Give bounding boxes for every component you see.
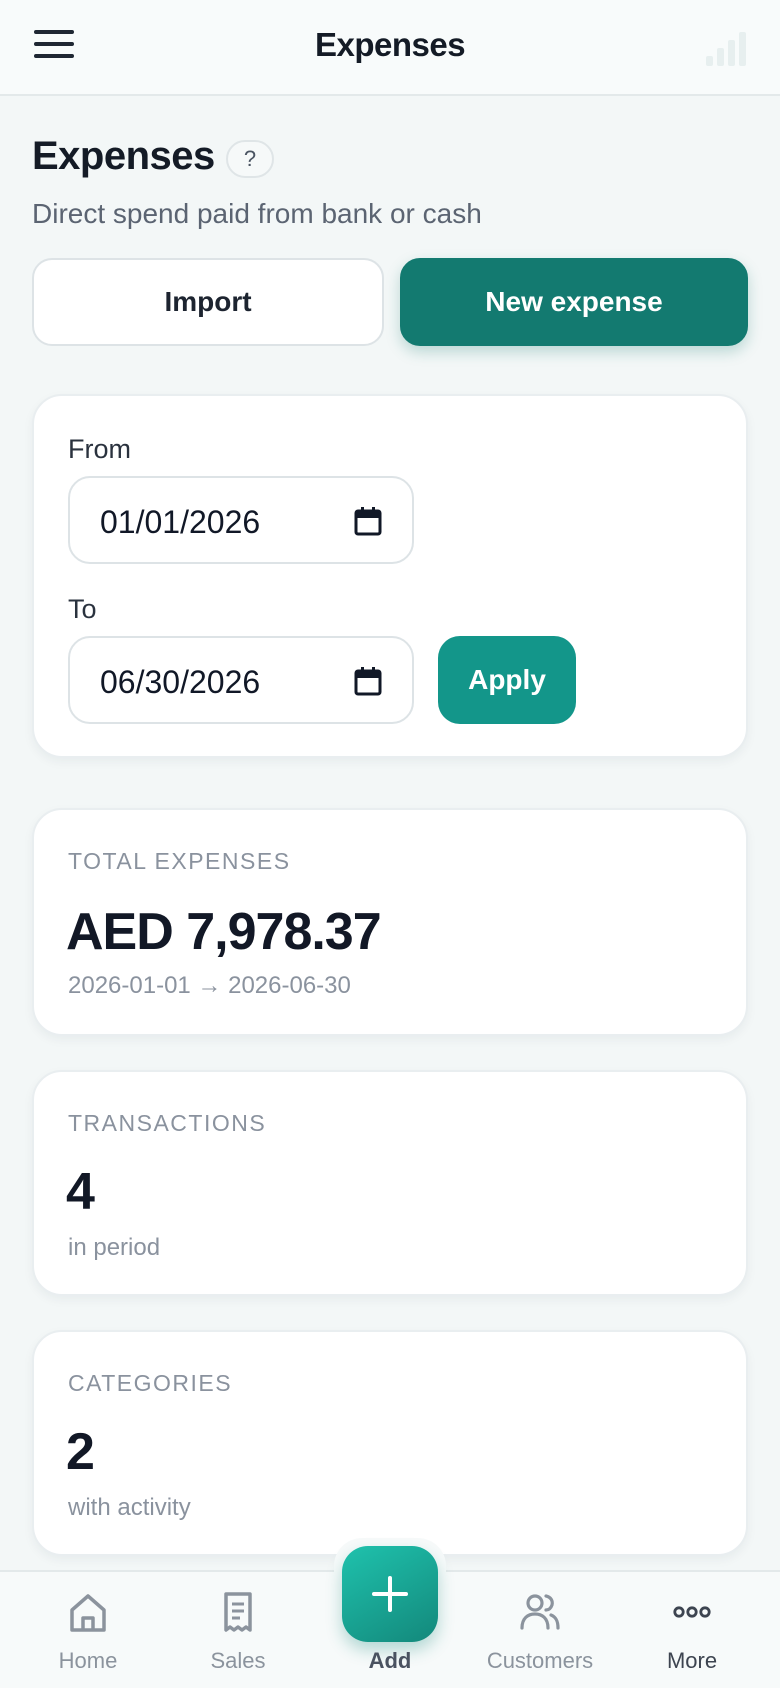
categories-value: 2 — [66, 1423, 95, 1481]
categories-sub: with activity — [68, 1494, 191, 1521]
help-button[interactable]: ? — [226, 140, 274, 178]
transactions-card: TRANSACTIONS 4 in period — [32, 1070, 748, 1296]
apply-button[interactable]: Apply — [438, 636, 576, 724]
from-date-value: 01/01/2026 — [100, 504, 261, 540]
app-bar-title: Expenses — [314, 26, 466, 63]
signal-icon — [706, 32, 746, 66]
nav-item-more[interactable]: More — [622, 1590, 762, 1674]
import-button[interactable]: Import — [32, 258, 384, 346]
nav-item-sales[interactable]: Sales — [168, 1590, 308, 1674]
calendar-icon[interactable] — [354, 506, 382, 536]
nav-item-home[interactable]: Home — [18, 1590, 158, 1674]
add-button[interactable] — [342, 1546, 438, 1642]
nav-item-customers[interactable]: Customers — [470, 1590, 610, 1674]
transactions-label: TRANSACTIONS — [68, 1110, 267, 1136]
from-date-input[interactable]: 01/01/2026 — [68, 476, 414, 564]
nav-label-sales: Sales — [210, 1648, 266, 1673]
top-bar: Expenses — [0, 0, 780, 96]
date-filter-card: From 01/01/2026 To 06/30/2026 Apply — [32, 394, 748, 758]
ellipsis-icon — [673, 1606, 711, 1618]
nav-label-more: More — [666, 1648, 718, 1673]
transactions-sub: in period — [68, 1234, 161, 1261]
nav-label-customers: Customers — [486, 1648, 594, 1673]
date-range-text: 2026-01-01 → 2026-06-30 — [68, 972, 351, 999]
categories-card: CATEGORIES 2 with activity — [32, 1330, 748, 1556]
categories-label: CATEGORIES — [68, 1370, 233, 1396]
new-expense-button[interactable]: New expense — [400, 258, 748, 346]
nav-label-home: Home — [58, 1648, 118, 1673]
users-icon — [520, 1594, 560, 1630]
to-label: To — [68, 594, 97, 624]
page-subtitle: Direct spend paid from bank or cash — [32, 198, 482, 229]
plus-icon — [372, 1576, 408, 1612]
total-expenses-card: TOTAL EXPENSES AED 7,978.37 2026-01-01 →… — [32, 808, 748, 1036]
calendar-icon[interactable] — [354, 666, 382, 696]
transactions-value: 4 — [66, 1163, 95, 1221]
total-expenses-value: AED 7,978.37 — [66, 903, 382, 961]
total-expenses-label: TOTAL EXPENSES — [68, 848, 291, 874]
page-title: Expenses — [32, 134, 215, 178]
nav-label-add: Add — [368, 1648, 412, 1673]
to-date-input[interactable]: 06/30/2026 — [68, 636, 414, 724]
home-icon — [70, 1594, 106, 1632]
app: Expenses Expenses ? Direct spend paid fr… — [0, 0, 780, 1688]
from-label: From — [68, 434, 131, 464]
receipt-icon — [224, 1592, 252, 1632]
to-date-value: 06/30/2026 — [100, 664, 261, 700]
